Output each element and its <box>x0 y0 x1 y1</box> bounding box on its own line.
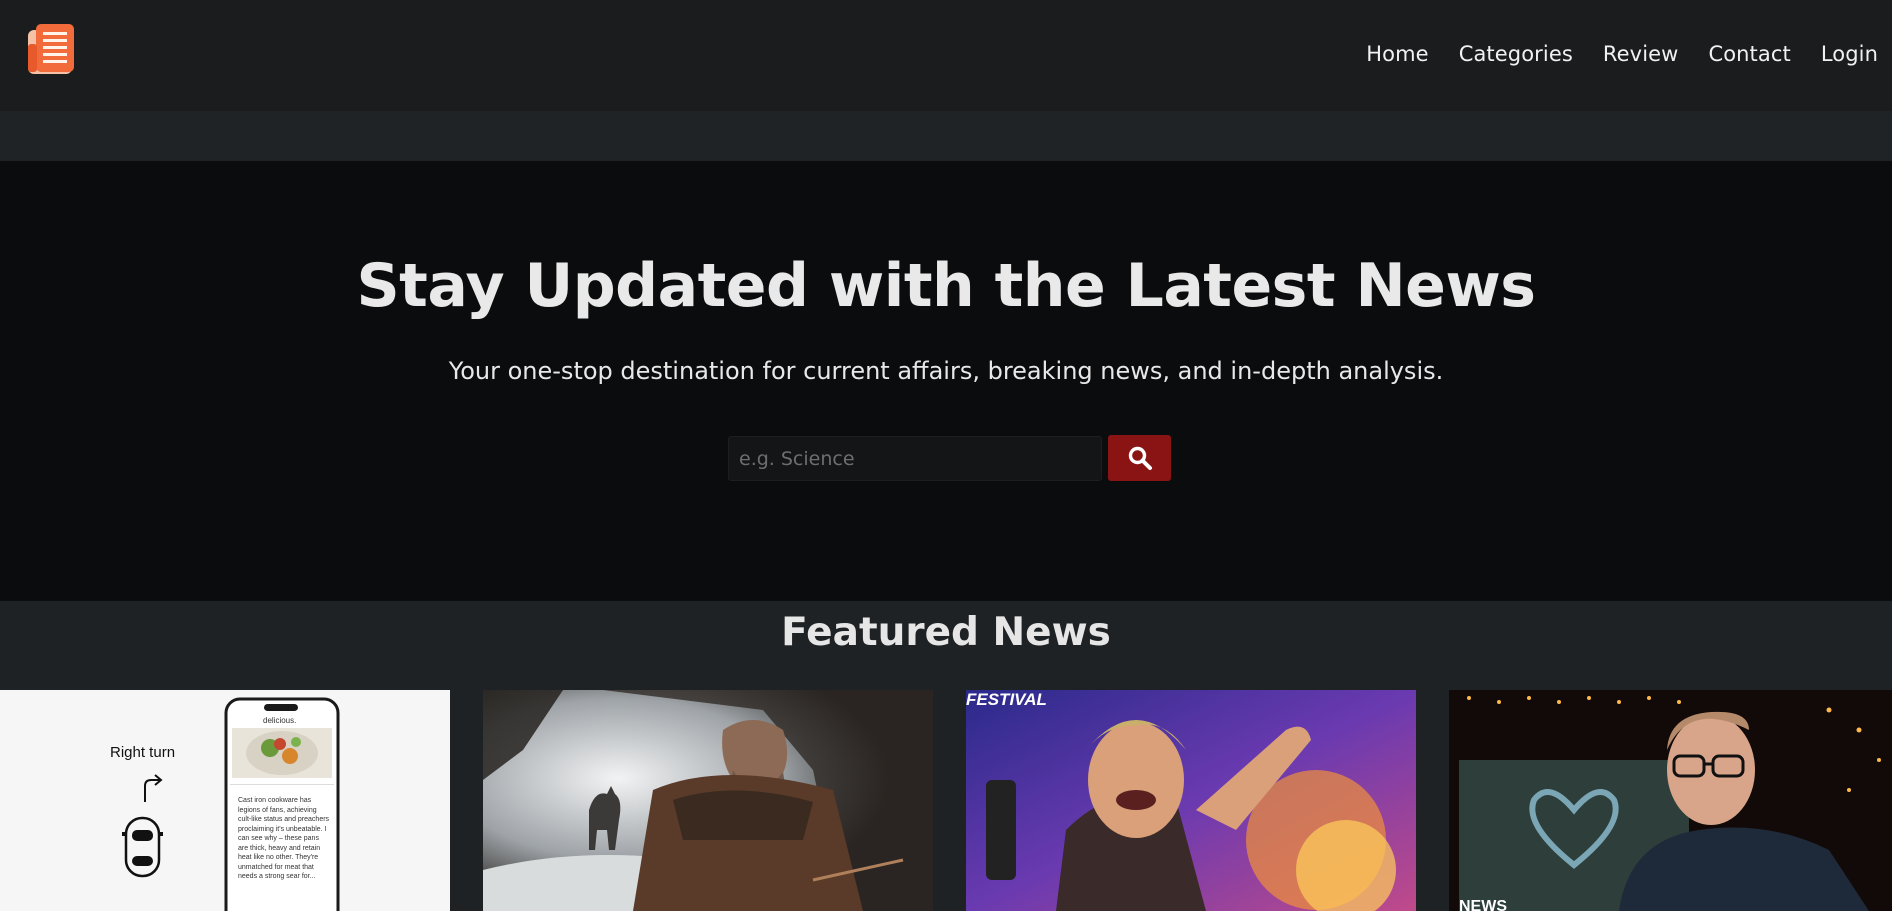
hero-section: Stay Updated with the Latest News Your o… <box>0 161 1892 601</box>
nav-home[interactable]: Home <box>1366 42 1428 66</box>
nav-contact[interactable]: Contact <box>1708 42 1790 66</box>
turn-label: Right turn <box>110 744 175 761</box>
nav-login[interactable]: Login <box>1821 42 1878 66</box>
news-card-image: FESTIVAL <box>966 690 1416 911</box>
nav-review[interactable]: Review <box>1603 42 1679 66</box>
featured-news-section: Featured News Right turn delicious. Cast… <box>0 601 1892 911</box>
news-card[interactable]: Right turn delicious. Cast iron cookware… <box>0 690 450 911</box>
featured-title: Featured News <box>781 610 1111 655</box>
festival-banner: FESTIVAL <box>966 690 1047 709</box>
news-card[interactable]: NEWS <box>1449 690 1892 911</box>
top-navbar: Home Categories Review Contact Login <box>0 0 1892 111</box>
sub-bar <box>0 111 1892 161</box>
hero-subtitle: Your one-stop destination for current af… <box>448 357 1444 385</box>
hero-title: Stay Updated with the Latest News <box>356 251 1536 321</box>
search-icon <box>1128 446 1152 470</box>
news-card[interactable] <box>483 690 933 911</box>
nav-categories[interactable]: Categories <box>1459 42 1573 66</box>
main-nav: Home Categories Review Contact Login <box>1366 42 1878 66</box>
search-input[interactable] <box>728 436 1102 481</box>
news-card-image <box>483 690 933 911</box>
newspaper-logo-icon[interactable] <box>26 24 78 76</box>
phone-app-name: delicious. <box>263 716 296 725</box>
search-button[interactable] <box>1108 435 1171 481</box>
phone-article-text: Cast iron cookware has legions of fans, … <box>238 797 330 880</box>
news-card-image: Right turn delicious. Cast iron cookware… <box>0 690 450 911</box>
news-card[interactable]: FESTIVAL <box>966 690 1416 911</box>
news-logo-text: NEWS <box>1459 898 1507 911</box>
news-card-image: NEWS <box>1449 690 1892 911</box>
